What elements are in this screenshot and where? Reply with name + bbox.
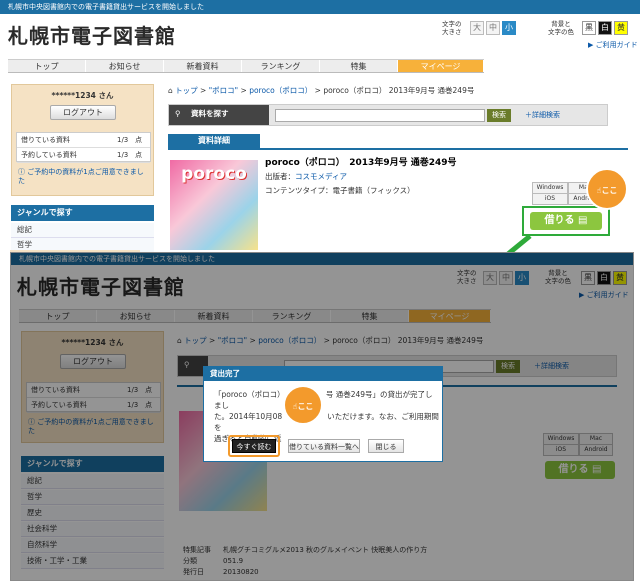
genre-item[interactable]: 総記: [11, 223, 154, 238]
close-button[interactable]: 閉じる: [368, 439, 404, 453]
lending-list-button[interactable]: 借りている資料一覧へ: [288, 439, 360, 453]
detail-tab[interactable]: 資料詳細: [168, 134, 260, 148]
color-label: 背景と 文字の色: [548, 20, 574, 36]
callout-badge: ☝ここ: [283, 385, 323, 425]
color-black[interactable]: 黒: [582, 21, 596, 35]
guide-link[interactable]: ▶ ご利用ガイド: [588, 40, 638, 50]
magnifier-icon: ⚲: [175, 109, 181, 118]
loan-complete-dialog: 貸出完了 「poroco（ポロコ） 号 通巻249号」の貸出が完了しまし た。20…: [203, 366, 443, 462]
book-cover[interactable]: poroco: [170, 160, 258, 250]
logout-button[interactable]: ログアウト: [50, 105, 116, 120]
color-yellow[interactable]: 黄: [614, 21, 628, 35]
genre-header: ジャンルで探す: [11, 205, 154, 221]
breadcrumb: ⌂ トップ > "ポロコ" > poroco（ポロコ） > poroco（ポロコ…: [168, 86, 475, 95]
site-logo[interactable]: 札幌市電子図書館: [8, 20, 176, 49]
user-name: ******1234 さん: [51, 91, 114, 100]
plus-icon: ＋: [525, 111, 532, 119]
book-icon: ▤: [578, 215, 588, 226]
cover-title: poroco: [181, 164, 247, 184]
text-size-label: 文字の 大きさ: [442, 20, 462, 36]
callout-badge: ☝ここ: [586, 168, 628, 210]
text-size-medium[interactable]: 中: [486, 21, 500, 35]
advanced-search-link[interactable]: ＋詳細検索: [525, 110, 560, 120]
info-icon: ⓘ: [18, 168, 25, 176]
arrow-icon: ▶: [588, 41, 596, 49]
nav-ranking[interactable]: ランキング: [242, 60, 320, 72]
lending-row[interactable]: 借りている資料 1/3 点: [17, 133, 150, 148]
borrow-button[interactable]: 借りる ▤: [530, 212, 602, 230]
color-white[interactable]: 白: [598, 21, 612, 35]
dialog-title: 貸出完了: [204, 367, 442, 381]
reserve-note[interactable]: ⓘ ご予約中の資料が1点ご用意できました: [18, 168, 148, 186]
top-notice[interactable]: 札幌市中央図書館内での電子書籍貸出サービスを開始しました: [0, 0, 640, 14]
screenshot-after: 札幌市中央図書館内での電子書籍貸出サービスを開始しました 札幌市電子図書館 文字…: [10, 252, 634, 581]
search-label: ⚲ 資料を探す: [169, 105, 269, 125]
text-size-large[interactable]: 大: [470, 21, 484, 35]
search-input[interactable]: [275, 109, 485, 122]
nav-top[interactable]: トップ: [8, 60, 86, 72]
read-now-button[interactable]: 今すぐ読む: [232, 439, 276, 453]
nav-news[interactable]: お知らせ: [86, 60, 164, 72]
publisher-row: 出版者：コスモメディア: [265, 172, 347, 181]
product-title: poroco（ポロコ） 2013年9月号 通巻249号: [265, 158, 457, 168]
nav-mypage[interactable]: マイページ: [398, 60, 484, 72]
text-size-small[interactable]: 小: [502, 21, 516, 35]
nav-new[interactable]: 新着資料: [164, 60, 242, 72]
status-table: 借りている資料 1/3 点 予約している資料 1/3 点: [16, 132, 151, 163]
content-type-row: コンテンツタイプ：電子書籍（フィックス）: [265, 186, 415, 195]
nav-feature[interactable]: 特集: [320, 60, 398, 72]
global-nav: トップ お知らせ 新着資料 ランキング 特集 マイページ: [8, 59, 484, 73]
reserve-row[interactable]: 予約している資料 1/3 点: [17, 148, 150, 163]
search-bar: ⚲ 資料を探す 検索 ＋詳細検索: [168, 104, 608, 126]
os-ios: iOS: [532, 193, 568, 205]
detail-tab-line: [168, 148, 628, 150]
login-panel: ******1234 さん ログアウト 借りている資料 1/3 点 予約している資料…: [11, 84, 154, 196]
search-button[interactable]: 検索: [487, 109, 511, 122]
